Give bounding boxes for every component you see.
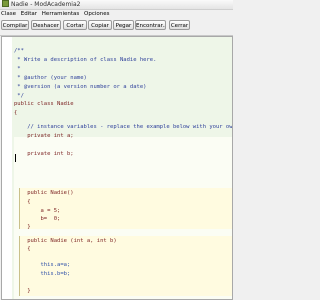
code-line: * [14, 66, 21, 72]
title-bar: Nadie - ModAcademia2 [0, 0, 233, 10]
code-line: // instance variables - replace the exam… [14, 124, 232, 130]
undo-button[interactable]: Deshacer [31, 20, 61, 30]
code-line: this.b=b; [14, 271, 71, 277]
code-line: private int b; [14, 151, 74, 157]
menu-clase[interactable]: Clase [0, 11, 18, 17]
text-cursor [15, 154, 16, 162]
cut-button[interactable]: Cortar [63, 20, 87, 30]
code-line: * Write a description of class Nadie her… [14, 57, 157, 63]
code-line: private int a; [14, 133, 74, 139]
bluej-app-icon [2, 0, 9, 7]
code-line: * @author (your name) [14, 75, 87, 81]
editor-frame: /** * Write a description of class Nadie… [1, 36, 233, 300]
menu-herramientas[interactable]: Herramientas [41, 11, 81, 17]
code-line: * @version (a version number or a date) [14, 84, 147, 90]
code-line: { [14, 110, 18, 116]
code-line: public Nadie() [14, 190, 74, 196]
toolbar: Compilar Deshacer Cortar Copiar Pegar En… [0, 19, 233, 36]
find-button[interactable]: Encontrar... [135, 20, 166, 30]
menu-opciones[interactable]: Opciones [83, 11, 111, 17]
menu-bar: Clase Editar Herramientas Opciones [0, 10, 233, 18]
menu-editar[interactable]: Editar [20, 11, 39, 17]
code-line: /** [14, 48, 24, 54]
code-editor[interactable]: /** * Write a description of class Nadie… [12, 37, 232, 299]
copy-button[interactable]: Copiar [88, 20, 112, 30]
window-title: Nadie - ModAcademia2 [11, 1, 81, 8]
compile-button[interactable]: Compilar [1, 20, 29, 30]
paste-button[interactable]: Pegar [113, 20, 134, 30]
code-line: public class Nadie [14, 101, 74, 107]
close-button[interactable]: Cerrar [169, 20, 190, 30]
code-line: this.a=a; [14, 262, 71, 268]
code-line: { [14, 199, 31, 205]
